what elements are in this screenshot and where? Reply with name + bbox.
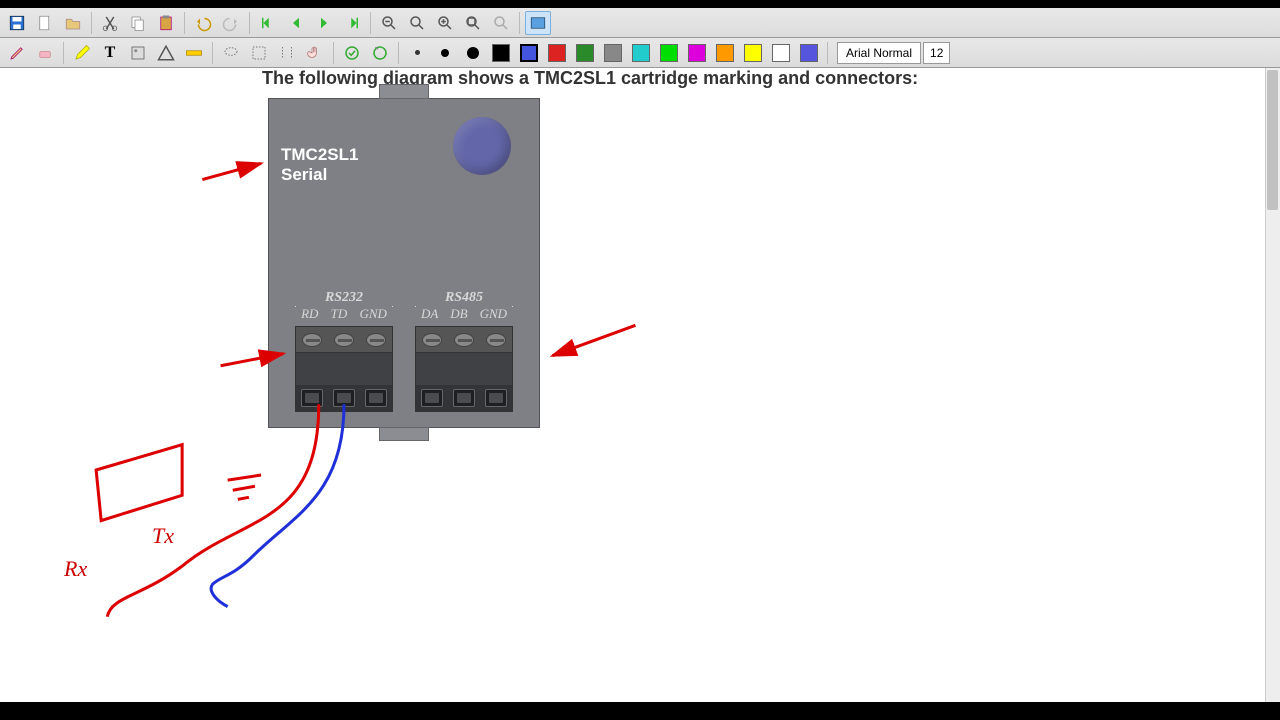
stroke-thick[interactable]: [460, 41, 486, 65]
module-led-indicator: [453, 117, 511, 175]
stroke-thin[interactable]: [404, 41, 430, 65]
module-sub: Serial: [281, 165, 358, 185]
color-swatch-5[interactable]: [656, 41, 682, 65]
pin-label: DA: [421, 306, 438, 322]
zoom-out-button[interactable]: [376, 11, 402, 35]
lasso-tool[interactable]: [218, 41, 244, 65]
image-tool[interactable]: [125, 41, 151, 65]
window-blackbar-bottom: [0, 702, 1280, 720]
pin-label: GND: [359, 306, 386, 322]
pen-tool[interactable]: [4, 41, 30, 65]
terminal-block-left: [295, 326, 393, 412]
font-name-field[interactable]: Arial Normal: [837, 42, 921, 64]
color-black[interactable]: [488, 41, 514, 65]
color-swatch-6[interactable]: [684, 41, 710, 65]
tools-toolbar: T Arial Normal 12: [0, 38, 1280, 68]
recognize-default-button[interactable]: [339, 41, 365, 65]
connector-rs485: RS485 DA DB GND: [415, 297, 513, 412]
dot-icon: [415, 50, 420, 55]
recognize-shape-button[interactable]: [367, 41, 393, 65]
cut-button[interactable]: [97, 11, 123, 35]
next-page-button[interactable]: [311, 11, 337, 35]
dot-icon: [467, 47, 479, 59]
zoom-fit-button[interactable]: [404, 11, 430, 35]
terminal-block-right: [415, 326, 513, 412]
eraser-tool[interactable]: [32, 41, 58, 65]
conn-title-right: RS485: [415, 290, 513, 306]
color-swatch-3[interactable]: [600, 41, 626, 65]
zoom-in-button[interactable]: [432, 11, 458, 35]
new-button[interactable]: [32, 11, 58, 35]
pin-label: GND: [480, 306, 507, 322]
module-body: TMC2SL1 Serial RS232 RD TD GND: [268, 98, 540, 428]
toolbar-divider: [827, 42, 828, 64]
toolbar-divider: [91, 12, 92, 34]
annotation-tx: Tx: [152, 523, 174, 549]
main-toolbar: [0, 8, 1280, 38]
paste-button[interactable]: [153, 11, 179, 35]
text-tool[interactable]: T: [97, 41, 123, 65]
toolbar-divider: [249, 12, 250, 34]
stroke-medium[interactable]: [432, 41, 458, 65]
fullscreen-button[interactable]: [525, 11, 551, 35]
vertical-space-tool[interactable]: [274, 41, 300, 65]
last-page-button[interactable]: [339, 11, 365, 35]
module-name: TMC2SL1: [281, 145, 358, 165]
page-caption: The following diagram shows a TMC2SL1 ca…: [262, 68, 918, 89]
module-clip-top: [379, 84, 429, 99]
canvas-area[interactable]: The following diagram shows a TMC2SL1 ca…: [0, 68, 1280, 702]
color-swatch-8[interactable]: [740, 41, 766, 65]
scrollbar-thumb[interactable]: [1267, 70, 1278, 210]
color-swatch-7[interactable]: [712, 41, 738, 65]
toolbar-divider: [184, 12, 185, 34]
window-blackbar-top: [0, 0, 1280, 8]
pin-label: TD: [331, 306, 348, 322]
toolbar-divider: [333, 42, 334, 64]
annotation-rx: Rx: [64, 556, 87, 582]
first-page-button[interactable]: [255, 11, 281, 35]
undo-button[interactable]: [190, 11, 216, 35]
hand-tool[interactable]: [302, 41, 328, 65]
vertical-scrollbar[interactable]: [1265, 68, 1280, 702]
toolbar-divider: [398, 42, 399, 64]
highlighter-tool[interactable]: [69, 41, 95, 65]
color-swatch-1[interactable]: [544, 41, 570, 65]
module-clip-bottom: [379, 427, 429, 441]
shape-tool[interactable]: [153, 41, 179, 65]
open-button[interactable]: [60, 11, 86, 35]
toolbar-divider: [519, 12, 520, 34]
save-button[interactable]: [4, 11, 30, 35]
toolbar-divider: [212, 42, 213, 64]
color-swatch-9[interactable]: [768, 41, 794, 65]
dot-icon: [441, 49, 449, 57]
ruler-tool[interactable]: [181, 41, 207, 65]
conn-title-left: RS232: [295, 290, 393, 306]
copy-button[interactable]: [125, 11, 151, 35]
zoom-reset-button[interactable]: [488, 11, 514, 35]
redo-button[interactable]: [218, 11, 244, 35]
select-rect-tool[interactable]: [246, 41, 272, 65]
color-swatch-2[interactable]: [572, 41, 598, 65]
pin-label: RD: [301, 306, 318, 322]
zoom-selection-button[interactable]: [460, 11, 486, 35]
module-label: TMC2SL1 Serial: [281, 145, 358, 186]
toolbar-divider: [63, 42, 64, 64]
annotation-layer: [0, 68, 1280, 702]
color-swatch-4[interactable]: [628, 41, 654, 65]
prev-page-button[interactable]: [283, 11, 309, 35]
font-size-field[interactable]: 12: [923, 42, 950, 64]
connector-rs232: RS232 RD TD GND: [295, 297, 393, 412]
pin-label: DB: [450, 306, 467, 322]
toolbar-divider: [370, 12, 371, 34]
color-swatch-0[interactable]: [516, 41, 542, 65]
color-swatch-10[interactable]: [796, 41, 822, 65]
